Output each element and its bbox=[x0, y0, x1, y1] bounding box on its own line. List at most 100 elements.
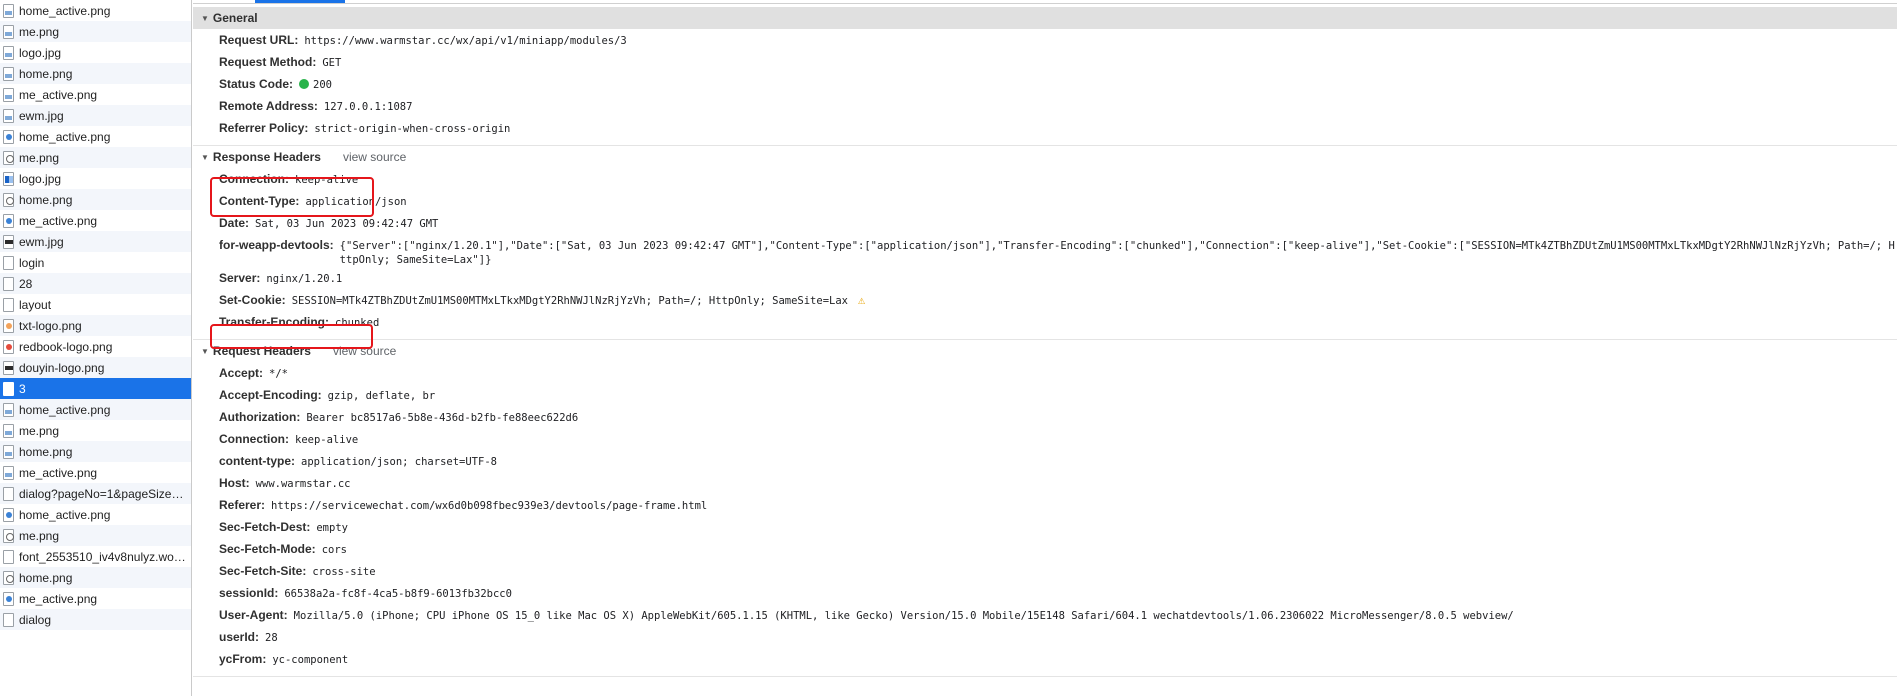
header-value-container: keep-alive bbox=[295, 173, 358, 187]
request-name: douyin-logo.png bbox=[19, 360, 105, 375]
header-name: Referrer Policy: bbox=[219, 121, 309, 135]
request-list-item[interactable]: home_active.png bbox=[0, 0, 191, 21]
header-value-container: cors bbox=[322, 543, 347, 557]
header-value-container: keep-alive bbox=[295, 433, 358, 447]
header-name: Remote Address: bbox=[219, 99, 318, 113]
image-file-icon bbox=[3, 66, 14, 81]
header-name: Accept: bbox=[219, 366, 264, 380]
image-file-icon bbox=[3, 360, 14, 375]
request-list-item[interactable]: login bbox=[0, 252, 191, 273]
image-file-icon bbox=[3, 213, 14, 228]
request-list-item[interactable]: logo.jpg bbox=[0, 168, 191, 189]
image-file-icon bbox=[3, 87, 14, 102]
request-list-item[interactable]: ewm.jpg bbox=[0, 105, 191, 126]
request-name: home.png bbox=[19, 192, 73, 207]
header-value-container: application/json bbox=[305, 195, 406, 209]
header-value: https://www.warmstar.cc/wx/api/v1/miniap… bbox=[304, 35, 627, 47]
request-list-item[interactable]: home.png bbox=[0, 441, 191, 462]
request-name: me_active.png bbox=[19, 465, 98, 480]
header-name: Content-Type: bbox=[219, 194, 300, 208]
request-list-item[interactable]: home_active.png bbox=[0, 126, 191, 147]
image-file-icon bbox=[3, 45, 14, 60]
request-list-item[interactable]: me.png bbox=[0, 21, 191, 42]
request-list-item[interactable]: logo.jpg bbox=[0, 42, 191, 63]
request-list-item[interactable]: redbook-logo.png bbox=[0, 336, 191, 357]
response-headers-toggle[interactable]: ▼ Response Headers view source bbox=[193, 146, 1897, 168]
request-list-item[interactable]: home.png bbox=[0, 189, 191, 210]
header-row: Authorization: Bearer bc8517a6-5b8e-436d-… bbox=[193, 406, 1897, 428]
request-name: home.png bbox=[19, 66, 73, 81]
document-file-icon bbox=[3, 297, 14, 312]
request-list-item[interactable]: home_active.png bbox=[0, 399, 191, 420]
header-row: Referrer Policy: strict-origin-when-cross… bbox=[193, 117, 1897, 139]
header-name: Connection: bbox=[219, 432, 289, 446]
request-list-item[interactable]: me_active.png bbox=[0, 588, 191, 609]
request-list-item[interactable]: me_active.png bbox=[0, 84, 191, 105]
header-value-container: SESSION=MTk4ZTBhZDUtZmU1MS00MTMxLTkxMDgt… bbox=[292, 293, 866, 308]
request-name: home.png bbox=[19, 570, 73, 585]
response-headers-section: ▼ Response Headers view source Connectio… bbox=[193, 146, 1897, 340]
header-row: Status Code: 200 bbox=[193, 73, 1897, 95]
header-name: User-Agent: bbox=[219, 608, 288, 622]
request-list-item[interactable]: home.png bbox=[0, 63, 191, 84]
header-name: Request URL: bbox=[219, 33, 299, 47]
header-value-container: gzip, deflate, br bbox=[328, 389, 435, 403]
request-name: me.png bbox=[19, 528, 60, 543]
request-name: home_active.png bbox=[19, 507, 111, 522]
general-section-title: General bbox=[212, 11, 258, 25]
header-value-container: application/json; charset=UTF-8 bbox=[301, 455, 497, 469]
request-list-item[interactable]: dialog bbox=[0, 609, 191, 630]
request-list-item[interactable]: dialog?pageNo=1&pageSize… bbox=[0, 483, 191, 504]
header-value: application/json; charset=UTF-8 bbox=[301, 456, 497, 468]
warning-icon[interactable]: ⚠ bbox=[858, 293, 865, 307]
divider bbox=[193, 3, 1897, 4]
header-row: Accept: */* bbox=[193, 362, 1897, 384]
header-value: www.warmstar.cc bbox=[255, 478, 351, 490]
request-list-item[interactable]: me.png bbox=[0, 420, 191, 441]
request-list-item[interactable]: txt-logo.png bbox=[0, 315, 191, 336]
request-list-item[interactable]: me_active.png bbox=[0, 462, 191, 483]
header-value-container: cross-site bbox=[312, 565, 375, 579]
request-list-item[interactable]: douyin-logo.png bbox=[0, 357, 191, 378]
request-name: ewm.jpg bbox=[19, 108, 64, 123]
request-list-item[interactable]: 3 bbox=[0, 378, 191, 399]
request-name: 28 bbox=[19, 276, 33, 291]
image-file-icon bbox=[3, 318, 14, 333]
image-file-icon bbox=[3, 423, 14, 438]
image-file-icon bbox=[3, 24, 14, 39]
document-file-icon bbox=[3, 276, 14, 291]
header-value-container: {"Server":["nginx/1.20.1"],"Date":["Sat,… bbox=[340, 239, 1897, 267]
request-name: ewm.jpg bbox=[19, 234, 64, 249]
request-list-item[interactable]: ewm.jpg bbox=[0, 231, 191, 252]
header-value: 28 bbox=[265, 632, 278, 644]
header-value-container: https://www.warmstar.cc/wx/api/v1/miniap… bbox=[304, 34, 626, 48]
request-list-item[interactable]: me_active.png bbox=[0, 210, 191, 231]
header-name: sessionId: bbox=[219, 586, 279, 600]
header-value-container: strict-origin-when-cross-origin bbox=[314, 122, 510, 136]
header-name: Date: bbox=[219, 216, 250, 230]
image-file-icon bbox=[3, 528, 14, 543]
request-headers-title: Request Headers bbox=[212, 344, 311, 358]
image-file-icon bbox=[3, 234, 14, 249]
request-list-item[interactable]: home_active.png bbox=[0, 504, 191, 525]
request-list-item[interactable]: font_2553510_iv4v8nulyz.wo… bbox=[0, 546, 191, 567]
image-file-icon bbox=[3, 171, 14, 186]
response-view-source-link[interactable]: view source bbox=[343, 150, 406, 164]
request-list-item[interactable]: 28 bbox=[0, 273, 191, 294]
request-list-item[interactable]: me.png bbox=[0, 525, 191, 546]
header-value: keep-alive bbox=[295, 434, 359, 446]
header-row: Connection: keep-alive bbox=[193, 428, 1897, 450]
request-list-item[interactable]: me.png bbox=[0, 147, 191, 168]
request-view-source-link[interactable]: view source bbox=[333, 344, 396, 358]
image-file-icon bbox=[3, 108, 14, 123]
header-value: nginx/1.20.1 bbox=[266, 273, 343, 285]
header-value: {"Server":["nginx/1.20.1"],"Date":["Sat,… bbox=[339, 240, 1895, 266]
header-value-container: nginx/1.20.1 bbox=[266, 272, 342, 286]
header-row: Connection: keep-alive bbox=[193, 168, 1897, 190]
request-headers-toggle[interactable]: ▼ Request Headers view source bbox=[193, 340, 1897, 362]
general-section-toggle[interactable]: ▼ General bbox=[193, 7, 1897, 29]
image-file-icon bbox=[3, 444, 14, 459]
header-row: sessionId: 66538a2a-fc8f-4ca5-b8f9-6013fb… bbox=[193, 582, 1897, 604]
request-list-item[interactable]: layout bbox=[0, 294, 191, 315]
request-list-item[interactable]: home.png bbox=[0, 567, 191, 588]
